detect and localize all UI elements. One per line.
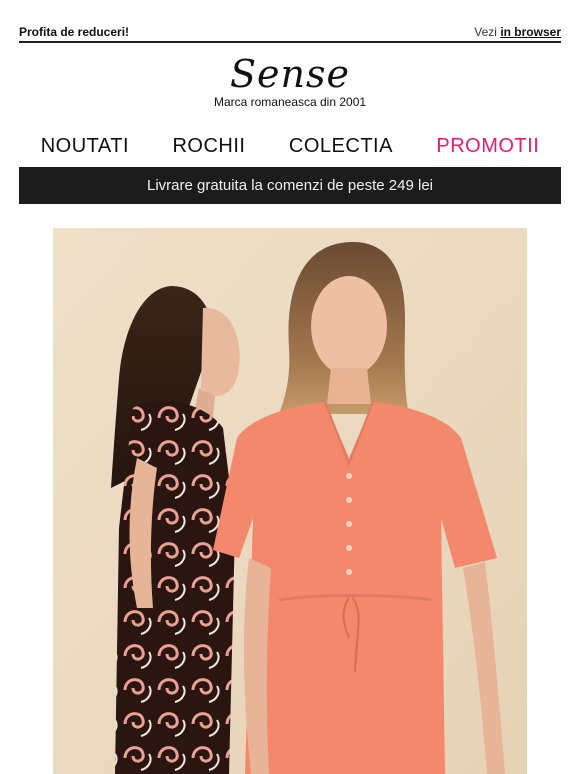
main-nav: NOUTATI ROCHII COLECTIA PROMOTII <box>19 133 561 159</box>
nav-item-noutati[interactable]: NOUTATI <box>41 135 129 158</box>
in-browser-link[interactable]: in browser <box>500 25 561 39</box>
promo-preheader-text: Profita de reduceri! <box>19 25 130 39</box>
nav-item-rochii[interactable]: ROCHII <box>172 135 245 158</box>
logo-text[interactable]: Sense <box>230 52 350 96</box>
brand-tagline: Marca romaneasca din 2001 <box>213 95 367 109</box>
nav-item-promotii[interactable]: PROMOTII <box>436 135 539 158</box>
hero-image[interactable] <box>53 228 527 774</box>
shipping-banner[interactable]: Livrare gratuita la comenzi de peste 249… <box>19 167 561 204</box>
shipping-banner-text: Livrare gratuita la comenzi de peste 249… <box>147 177 433 194</box>
header-divider <box>19 41 561 43</box>
preheader: Profita de reduceri! Vezi in browser <box>19 22 561 42</box>
view-prefix: Vezi <box>474 25 497 39</box>
brand-logo[interactable]: Sense <box>0 52 580 96</box>
nav-item-colectia[interactable]: COLECTIA <box>289 135 393 158</box>
fashion-photo-icon <box>53 228 527 774</box>
view-in-browser: Vezi in browser <box>474 25 561 39</box>
